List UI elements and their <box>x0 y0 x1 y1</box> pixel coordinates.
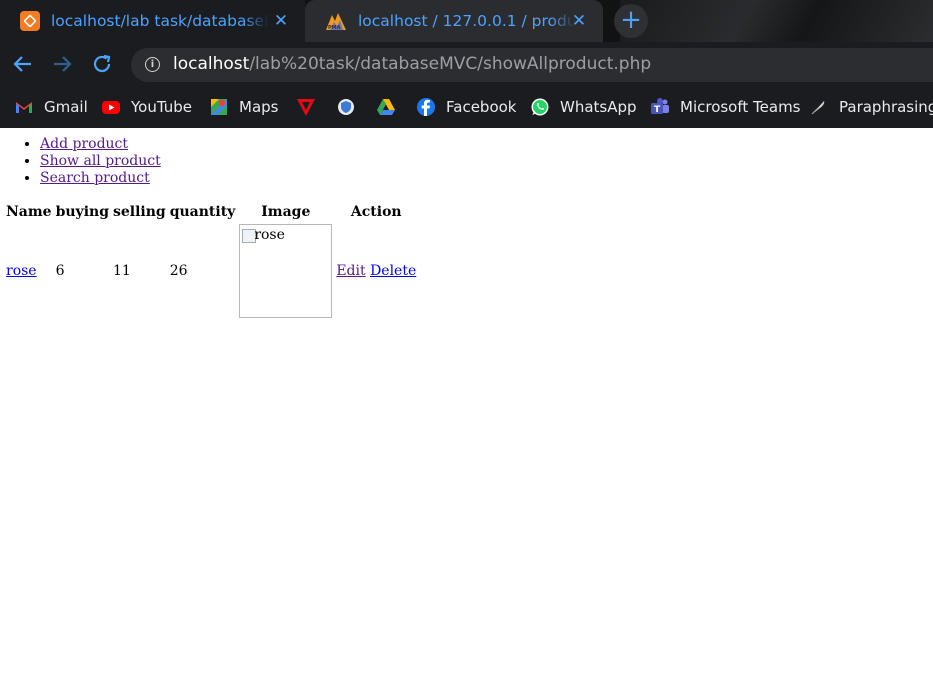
bookmark-teams[interactable]: T Microsoft Teams <box>650 86 801 128</box>
products-table: Name buying selling quantity Image Actio… <box>3 201 419 321</box>
youtube-icon <box>102 101 120 114</box>
header-selling: selling <box>112 204 166 220</box>
info-icon[interactable]: i <box>145 57 160 72</box>
header-image: Image <box>261 204 311 220</box>
back-arrow-icon[interactable] <box>8 49 38 79</box>
tab-strip-background <box>620 0 933 42</box>
url-text[interactable]: localhost/lab%20task/databaseMVC/showAll… <box>173 54 651 74</box>
bookmark-label: Microsoft Teams <box>680 98 801 116</box>
teams-icon: T <box>651 98 669 115</box>
cell-image: rose <box>238 223 333 319</box>
list-item: Add product <box>40 136 161 153</box>
close-icon[interactable]: ✕ <box>569 11 589 31</box>
bookmark-label: Gmail <box>44 98 88 116</box>
header-name: Name <box>6 204 52 220</box>
url-path: /lab%20task/databaseMVC/showAllproduct.p… <box>249 54 652 74</box>
bookmark-youtube[interactable]: YouTube <box>101 86 192 128</box>
phpmyadmin-icon: PMA <box>326 13 346 31</box>
gmail-icon <box>16 102 32 113</box>
close-icon[interactable]: ✕ <box>271 11 291 31</box>
page-content: Add product Show all product Search prod… <box>0 128 933 677</box>
bookmark-shield[interactable] <box>336 86 366 128</box>
new-tab-button[interactable]: + <box>614 4 648 38</box>
bookmark-label: Facebook <box>446 98 517 116</box>
show-all-product-link[interactable]: Show all product <box>40 153 161 169</box>
cell-name: rose <box>5 223 53 319</box>
forward-arrow-icon[interactable] <box>47 49 77 79</box>
product-name-link[interactable]: rose <box>6 263 37 279</box>
feather-icon <box>811 101 825 115</box>
header-quantity: quantity <box>169 204 236 220</box>
xampp-icon <box>20 11 40 31</box>
bookmark-label: Paraphrasing T <box>839 98 933 116</box>
address-bar[interactable]: i localhost/lab%20task/databaseMVC/showA… <box>131 48 933 82</box>
url-host: localhost <box>173 54 250 74</box>
bookmark-maps[interactable]: Maps <box>209 86 278 128</box>
cell-buying: 6 <box>55 263 65 279</box>
tab-inactive[interactable]: PMA localhost / 127.0.0.1 / product / u … <box>305 0 603 42</box>
cell-action: Edit Delete <box>335 223 417 319</box>
google-drive-icon <box>377 99 395 115</box>
tab-active[interactable]: localhost/lab task/databaseMVC/ ✕ <box>0 0 305 42</box>
image-alt-text: rose <box>254 227 285 243</box>
bookmark-v[interactable] <box>296 86 326 128</box>
bookmark-facebook[interactable]: Facebook <box>416 86 516 128</box>
browser-chrome: localhost/lab task/databaseMVC/ ✕ PMA lo… <box>0 0 933 128</box>
bookmark-paraphrasing[interactable]: Paraphrasing T <box>809 86 933 128</box>
tab-strip: localhost/lab task/databaseMVC/ ✕ PMA lo… <box>0 0 933 42</box>
search-product-link[interactable]: Search product <box>40 170 150 186</box>
cell-quantity: 26 <box>169 263 188 279</box>
header-action: Action <box>350 204 402 220</box>
table-header-row: Name buying selling quantity Image Actio… <box>5 203 417 221</box>
header-buying: buying <box>55 204 109 220</box>
edit-link[interactable]: Edit <box>336 263 365 279</box>
tab-title: localhost / 127.0.0.1 / product / u <box>358 12 576 30</box>
shield-icon <box>338 99 354 115</box>
delete-link[interactable]: Delete <box>370 263 416 279</box>
list-item: Search product <box>40 170 161 187</box>
bookmark-label: Maps <box>239 98 279 116</box>
table-row: rose 6 11 26 rose Edit Delete <box>5 223 417 319</box>
svg-text:T: T <box>654 105 661 115</box>
v-icon <box>297 99 315 116</box>
product-image: rose <box>239 224 333 318</box>
whatsapp-icon <box>531 98 549 116</box>
add-product-link[interactable]: Add product <box>40 136 128 152</box>
bookmark-label: WhatsApp <box>560 98 637 116</box>
bookmarks-bar: Gmail YouTube Maps Facebook WhatsApp T M… <box>0 86 933 128</box>
tab-title: localhost/lab task/databaseMVC/ <box>51 12 269 30</box>
bookmark-gmail[interactable]: Gmail <box>14 86 88 128</box>
facebook-icon <box>417 98 435 116</box>
cell-selling: 11 <box>112 263 131 279</box>
bookmark-drive[interactable] <box>376 86 406 128</box>
bookmark-label: YouTube <box>131 98 192 116</box>
nav-list: Add product Show all product Search prod… <box>0 136 161 187</box>
reload-icon[interactable] <box>87 49 117 79</box>
svg-text:PMA: PMA <box>328 25 341 31</box>
maps-icon <box>211 99 227 115</box>
bookmark-whatsapp[interactable]: WhatsApp <box>530 86 637 128</box>
list-item: Show all product <box>40 153 161 170</box>
browser-toolbar: i localhost/lab%20task/databaseMVC/showA… <box>0 42 933 86</box>
